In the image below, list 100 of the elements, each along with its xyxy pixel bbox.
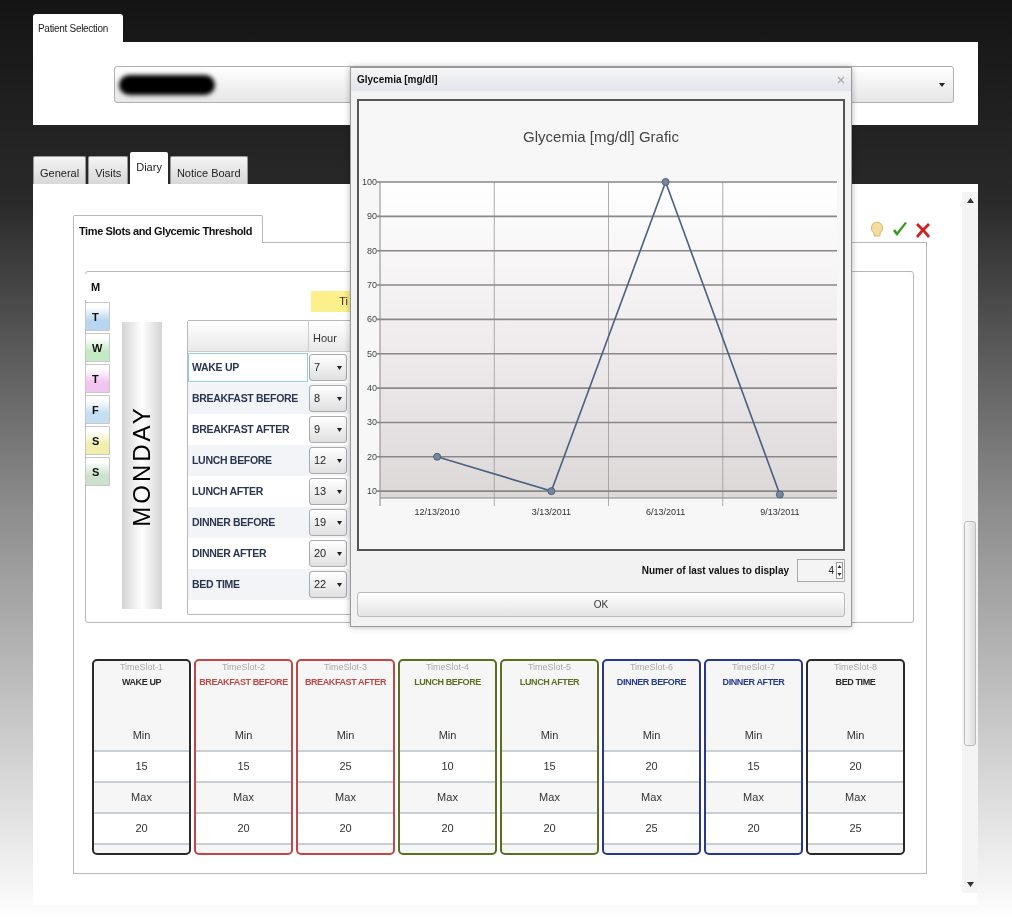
- day-tab[interactable]: F: [85, 395, 110, 424]
- min-value[interactable]: 25: [339, 758, 352, 775]
- max-label: Max: [335, 790, 356, 806]
- day-tab[interactable]: T: [85, 302, 110, 331]
- y-tick-label: 80: [367, 245, 377, 256]
- max-value[interactable]: 20: [543, 820, 556, 837]
- hour-dropdown[interactable]: 13: [309, 478, 347, 505]
- caret-icon: [337, 489, 342, 494]
- table-cell-text: DINNER AFTER: [191, 545, 268, 561]
- day-tab[interactable]: W: [85, 333, 110, 362]
- data-point: [775, 490, 784, 499]
- caret-icon: [337, 458, 342, 463]
- slot-name: BED TIME: [835, 676, 876, 689]
- caret-icon: [337, 520, 342, 525]
- slot-label: TimeSlot-8: [833, 661, 878, 673]
- table-cell-text: BREAKFAST BEFORE: [191, 390, 300, 406]
- min-label: Min: [234, 728, 253, 744]
- max-label: Max: [641, 790, 662, 806]
- tab[interactable]: General: [33, 156, 87, 184]
- slot-name: LUNCH BEFORE: [414, 676, 481, 689]
- tab[interactable]: Visits: [88, 156, 129, 184]
- spin-arrows-icon: [836, 561, 843, 579]
- y-tick-label: 10: [367, 486, 377, 497]
- hour-dropdown[interactable]: 12: [309, 447, 347, 474]
- ok-button[interactable]: OK: [357, 592, 845, 617]
- slot-name: DINNER AFTER: [722, 676, 785, 689]
- slot-label: TimeSlot-4: [425, 661, 470, 673]
- hour-dropdown[interactable]: 9: [309, 416, 347, 443]
- patient-selection-tab[interactable]: Patient Selection: [33, 14, 123, 42]
- y-tick-label: 60: [367, 314, 377, 325]
- column-header: Hour: [308, 321, 348, 351]
- max-value[interactable]: 20: [747, 820, 760, 837]
- max-label: Max: [131, 790, 152, 806]
- y-tick-label: 50: [367, 348, 377, 359]
- day-tab[interactable]: T: [85, 364, 110, 393]
- y-tick-label: 20: [367, 451, 377, 462]
- day-tab[interactable]: S: [85, 457, 110, 486]
- hour-dropdown[interactable]: 19: [309, 509, 347, 536]
- y-tick-label: 30: [367, 417, 377, 428]
- hour-dropdown[interactable]: 20: [309, 540, 347, 567]
- data-point: [433, 452, 442, 461]
- hour-dropdown[interactable]: 7: [309, 354, 347, 381]
- check-icon[interactable]: [892, 221, 908, 238]
- scrollbar-thumb[interactable]: [964, 521, 976, 746]
- day-tab[interactable]: S: [85, 426, 110, 455]
- y-tick-label: 100: [361, 177, 377, 187]
- count-label: Numer of last values to display: [641, 563, 789, 578]
- hour-dropdown[interactable]: 22: [309, 571, 347, 598]
- min-label: Min: [642, 728, 661, 744]
- tab[interactable]: Notice Board: [169, 156, 248, 184]
- min-label: Min: [438, 728, 457, 744]
- hour-dropdown[interactable]: 8: [309, 385, 347, 412]
- max-value[interactable]: 25: [849, 820, 862, 837]
- caret-icon: [337, 582, 342, 587]
- slot-label: TimeSlot-3: [323, 661, 368, 673]
- caret-icon: [337, 551, 342, 556]
- time-label: Ti: [339, 294, 348, 310]
- slot-name: BREAKFAST AFTER: [304, 676, 387, 689]
- caret-icon: [337, 427, 342, 432]
- table-cell-text: LUNCH AFTER: [191, 483, 264, 499]
- caret-icon: [337, 365, 342, 370]
- min-value[interactable]: 10: [441, 758, 454, 775]
- max-value[interactable]: 25: [645, 820, 658, 837]
- slot-name: BREAKFAST BEFORE: [199, 676, 288, 689]
- min-label: Min: [336, 728, 355, 744]
- tab[interactable]: Diary: [130, 152, 168, 184]
- max-value[interactable]: 20: [339, 820, 352, 837]
- cancel-icon[interactable]: [916, 221, 931, 238]
- slot-label: TimeSlot-7: [731, 661, 776, 673]
- table-cell-text: BED TIME: [191, 576, 241, 592]
- slot-label: TimeSlot-2: [221, 661, 266, 673]
- max-value[interactable]: 20: [441, 820, 454, 837]
- scroll-down-icon[interactable]: [966, 882, 974, 887]
- data-point: [661, 178, 670, 186]
- y-tick-label: 70: [367, 280, 377, 291]
- min-value[interactable]: 15: [747, 758, 760, 775]
- groupbox-tab[interactable]: Time Slots and Glycemic Threshold: [73, 215, 263, 243]
- min-label: Min: [540, 728, 559, 744]
- slot-label: TimeSlot-6: [629, 661, 674, 673]
- scrollbar[interactable]: [962, 192, 978, 893]
- max-label: Max: [233, 790, 254, 806]
- min-value[interactable]: 15: [237, 758, 250, 775]
- x-tick-label: 9/13/2011: [760, 507, 800, 517]
- table-cell-text: DINNER BEFORE: [191, 514, 277, 530]
- scroll-up-icon[interactable]: [966, 198, 974, 203]
- min-value[interactable]: 20: [849, 758, 862, 775]
- max-value[interactable]: 20: [135, 820, 148, 837]
- table-cell-text: LUNCH BEFORE: [191, 452, 273, 468]
- min-value[interactable]: 20: [645, 758, 658, 775]
- lightbulb-icon[interactable]: [870, 221, 884, 238]
- max-label: Max: [743, 790, 764, 806]
- count-spinner[interactable]: 4: [797, 558, 845, 582]
- min-label: Min: [744, 728, 763, 744]
- min-value[interactable]: 15: [135, 758, 148, 775]
- slot-name: DINNER BEFORE: [616, 676, 687, 689]
- close-icon[interactable]: [837, 75, 845, 84]
- max-value[interactable]: 20: [237, 820, 250, 837]
- min-value[interactable]: 15: [543, 758, 556, 775]
- min-label: Min: [132, 728, 151, 744]
- day-title: MONDAY: [127, 404, 156, 527]
